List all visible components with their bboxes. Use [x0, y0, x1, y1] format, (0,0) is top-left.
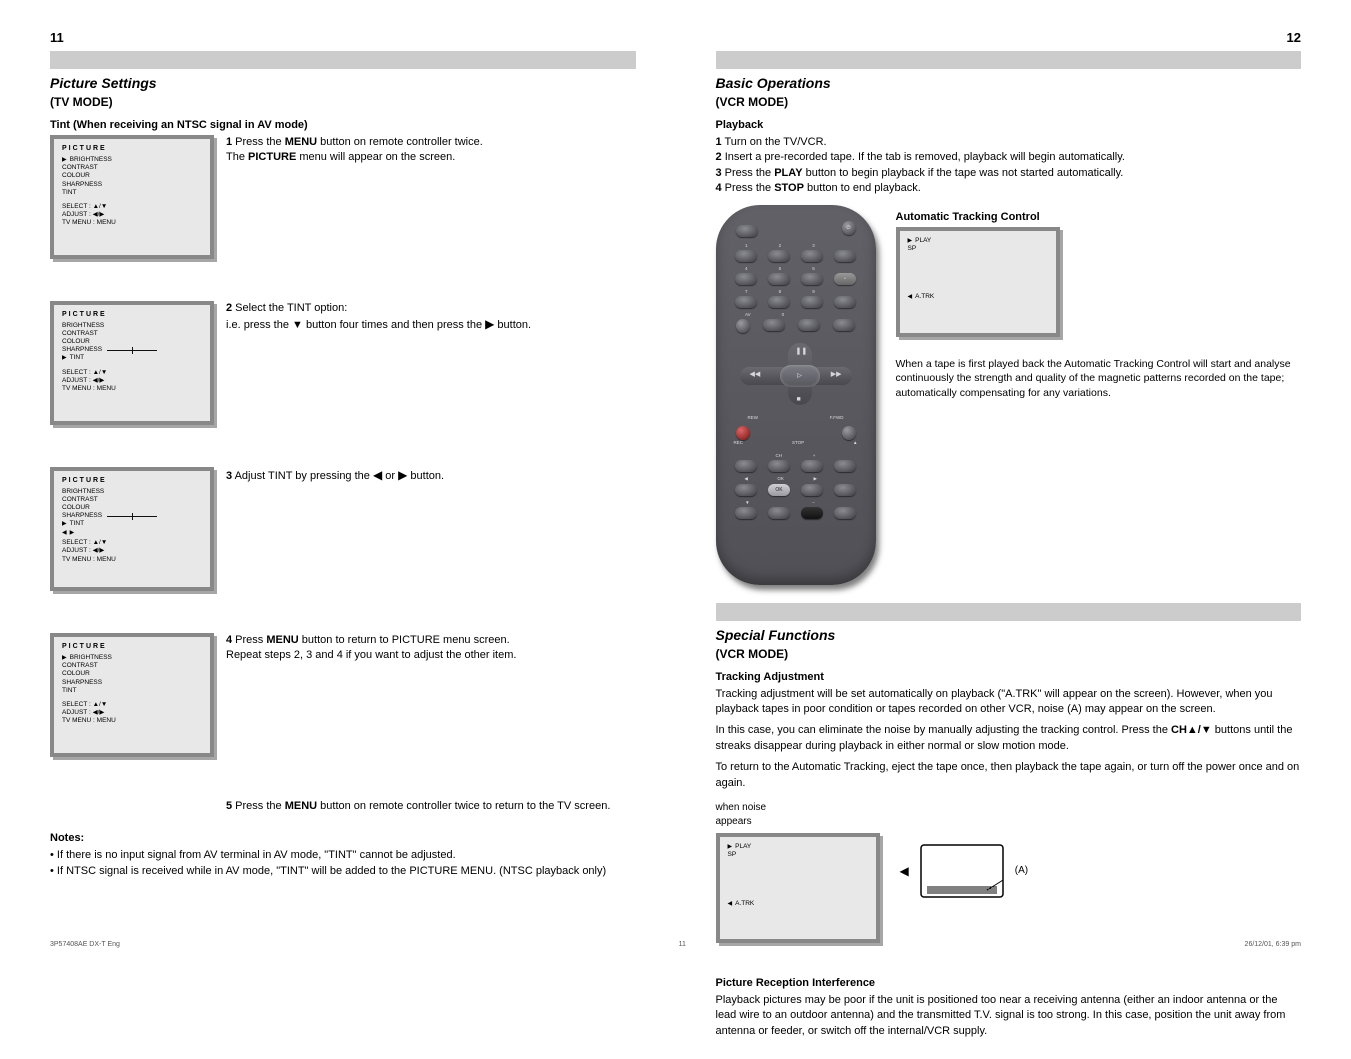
section-title-special: Special Functions — [716, 627, 1302, 643]
digit-7 — [735, 296, 757, 308]
grey-bar-right-mid — [716, 603, 1302, 621]
page-footer: 3P57408AE DX-T Eng 11 26/12/01, 6:39 pm — [0, 941, 1351, 948]
step-4-text: 4 Press MENU button to return to PICTURE… — [226, 633, 636, 777]
digit-8 — [768, 296, 790, 308]
ch-down — [768, 507, 790, 519]
section-title-picture: Picture Settings — [50, 75, 636, 91]
transport-pad: ▷ ❚❚ ■ ◀◀ ▶▶ — [730, 339, 862, 409]
left-button — [735, 484, 757, 496]
section-sub-vcrmode: (VCR MODE) — [716, 95, 1302, 109]
digit-1 — [735, 250, 757, 262]
noise-diagram — [917, 841, 1007, 901]
pause-icon: ❚❚ — [796, 347, 808, 355]
tracking-adjust-heading: Tracking Adjustment — [716, 671, 1302, 683]
digit-9 — [801, 296, 823, 308]
auto-tracking-heading: Automatic Tracking Control — [896, 211, 1302, 223]
digit-6 — [801, 273, 823, 285]
btn-x3 — [834, 507, 856, 519]
noise-label-2: appears — [716, 815, 880, 829]
screen-picture-2: PICTURE BRIGHTNESS CONTRAST COLOUR SHARP… — [50, 301, 214, 425]
vol-down — [801, 507, 823, 519]
btn-x1 — [834, 460, 856, 472]
step-1: PICTURE BRIGHTNESS CONTRAST COLOUR SHARP… — [50, 135, 636, 279]
eject-button — [736, 225, 758, 237]
grey-bar-right-top — [716, 51, 1302, 69]
notes-heading: Notes: — [50, 832, 636, 844]
rec-button — [736, 426, 750, 440]
step-2-text: 2 Select the TINT option: i.e. press the… — [226, 301, 636, 445]
tracking-adjust-body1: Tracking adjustment will be set automati… — [716, 687, 1302, 718]
ffwd-icon: ▶▶ — [831, 370, 842, 378]
page-number-left: 11 — [50, 30, 636, 45]
reception-heading: Picture Reception Interference — [716, 977, 1302, 989]
power-button: ⏻ — [842, 221, 856, 235]
step-5-text: 5 Press the MENU button on remote contro… — [226, 799, 636, 814]
auto-tracking-body: When a tape is first played back the Aut… — [896, 357, 1302, 401]
note-2: • If NTSC signal is received while in AV… — [50, 864, 636, 879]
footer-file: 3P57408AE DX-T Eng — [50, 941, 120, 948]
screen-picture-4: PICTURE BRIGHTNESS CONTRAST COLOUR SHARP… — [50, 633, 214, 757]
left-arrow-icon: ◀ — [900, 864, 909, 878]
screen-picture-1: PICTURE BRIGHTNESS CONTRAST COLOUR SHARP… — [50, 135, 214, 259]
digit-5 — [768, 273, 790, 285]
step-3: PICTURE BRIGHTNESS CONTRAST COLOUR SHARP… — [50, 467, 636, 611]
ok-button: OK — [768, 484, 790, 496]
footer-timestamp: 26/12/01, 6:39 pm — [1245, 941, 1301, 948]
rew-icon: ◀◀ — [750, 370, 761, 378]
screen-atrk-1: PLAY SP A.TRK — [896, 227, 1060, 337]
right-column: 12 Basic Operations (VCR MODE) Playback … — [716, 30, 1302, 1039]
down-button — [735, 507, 757, 519]
btn-r1 — [834, 250, 856, 262]
step-2: PICTURE BRIGHTNESS CONTRAST COLOUR SHARP… — [50, 301, 636, 445]
reception-body: Playback pictures may be poor if the uni… — [716, 993, 1302, 1039]
menu-button — [735, 460, 757, 472]
left-column: 11 Picture Settings (TV MODE) Tint (When… — [50, 30, 636, 1039]
section-sub-vcrmode-2: (VCR MODE) — [716, 647, 1302, 661]
btn-r2: ▫ — [834, 273, 856, 285]
noise-label-1: when noise — [716, 801, 880, 815]
btn-r4a — [798, 319, 820, 331]
playback-heading: Playback — [716, 119, 1302, 131]
page-number-right: 12 — [716, 30, 1302, 45]
step-1-text: 1 Press the MENU button on remote contro… — [226, 135, 636, 279]
playback-steps: 1 Turn on the TV/VCR. 2 Insert a pre-rec… — [716, 135, 1302, 197]
vol-up — [801, 460, 823, 472]
digit-2 — [768, 250, 790, 262]
right-button — [801, 484, 823, 496]
digit-0 — [763, 319, 785, 331]
btn-x2 — [834, 484, 856, 496]
step-3-text: 3 Adjust TINT by pressing the ◀ or ▶ but… — [226, 467, 636, 611]
tracking-adjust-body3: To return to the Automatic Tracking, eje… — [716, 760, 1302, 791]
screen-picture-3: PICTURE BRIGHTNESS CONTRAST COLOUR SHARP… — [50, 467, 214, 591]
ch-up — [768, 460, 790, 472]
screen-atrk-2: PLAY SP A.TRK — [716, 833, 880, 943]
digit-4 — [735, 273, 757, 285]
step-4: PICTURE BRIGHTNESS CONTRAST COLOUR SHARP… — [50, 633, 636, 777]
btn-r4b — [833, 319, 855, 331]
digit-3 — [801, 250, 823, 262]
btn-r3 — [834, 296, 856, 308]
remote-control-illustration: ⏻ 123 456 ▫ 789 AV0 ▷ ❚❚ — [716, 205, 876, 585]
av-button — [736, 319, 750, 333]
tint-heading: Tint (When receiving an NTSC signal in A… — [50, 119, 636, 131]
stop-icon: ■ — [797, 396, 801, 403]
slow-button — [842, 426, 856, 440]
diagram-a-label: (A) — [1015, 865, 1028, 876]
section-sub-tvmode: (TV MODE) — [50, 95, 636, 109]
note-1: • If there is no input signal from AV te… — [50, 848, 636, 863]
play-button: ▷ — [780, 365, 820, 387]
section-title-basic: Basic Operations — [716, 75, 1302, 91]
tracking-adjust-body2: In this case, you can eliminate the nois… — [716, 723, 1302, 754]
grey-bar-left — [50, 51, 636, 69]
footer-page: 11 — [679, 941, 686, 948]
